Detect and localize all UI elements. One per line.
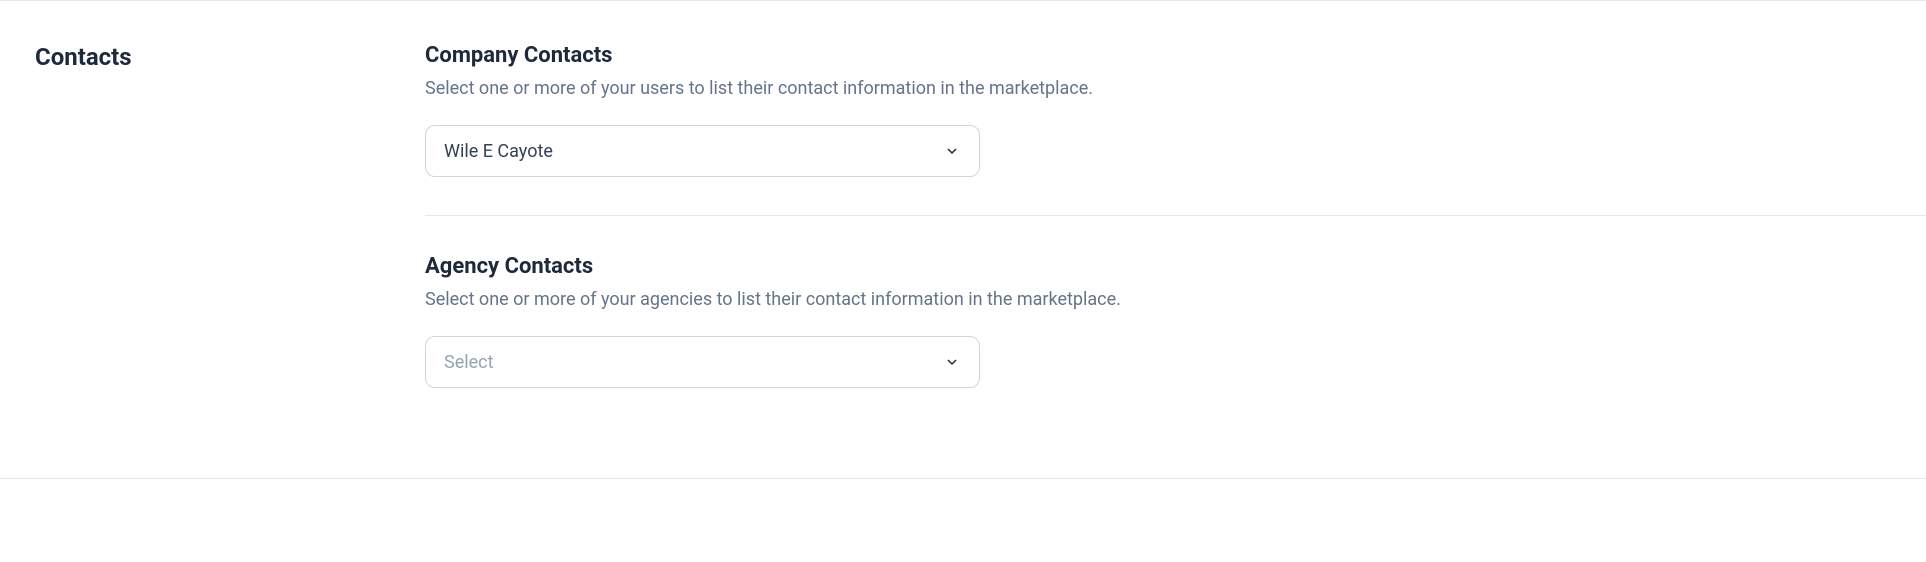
- company-contacts-title: Company Contacts: [425, 43, 1926, 68]
- company-contacts-select-value: Wile E Cayote: [444, 141, 553, 162]
- contacts-panel: Contacts Company Contacts Select one or …: [0, 1, 1926, 478]
- agency-contacts-title: Agency Contacts: [425, 254, 1926, 279]
- company-contacts-description: Select one or more of your users to list…: [425, 78, 1926, 99]
- agency-contacts-section: Agency Contacts Select one or more of yo…: [425, 254, 1926, 426]
- agency-contacts-select[interactable]: Select: [425, 336, 980, 388]
- company-contacts-select[interactable]: Wile E Cayote: [425, 125, 980, 177]
- sidebar: Contacts: [0, 43, 425, 426]
- chevron-down-icon: [943, 142, 961, 160]
- chevron-down-icon: [943, 353, 961, 371]
- agency-contacts-description: Select one or more of your agencies to l…: [425, 289, 1926, 310]
- sidebar-title: Contacts: [35, 43, 425, 71]
- agency-contacts-select-placeholder: Select: [444, 352, 493, 373]
- company-contacts-section: Company Contacts Select one or more of y…: [425, 43, 1926, 216]
- main-content: Company Contacts Select one or more of y…: [425, 43, 1926, 426]
